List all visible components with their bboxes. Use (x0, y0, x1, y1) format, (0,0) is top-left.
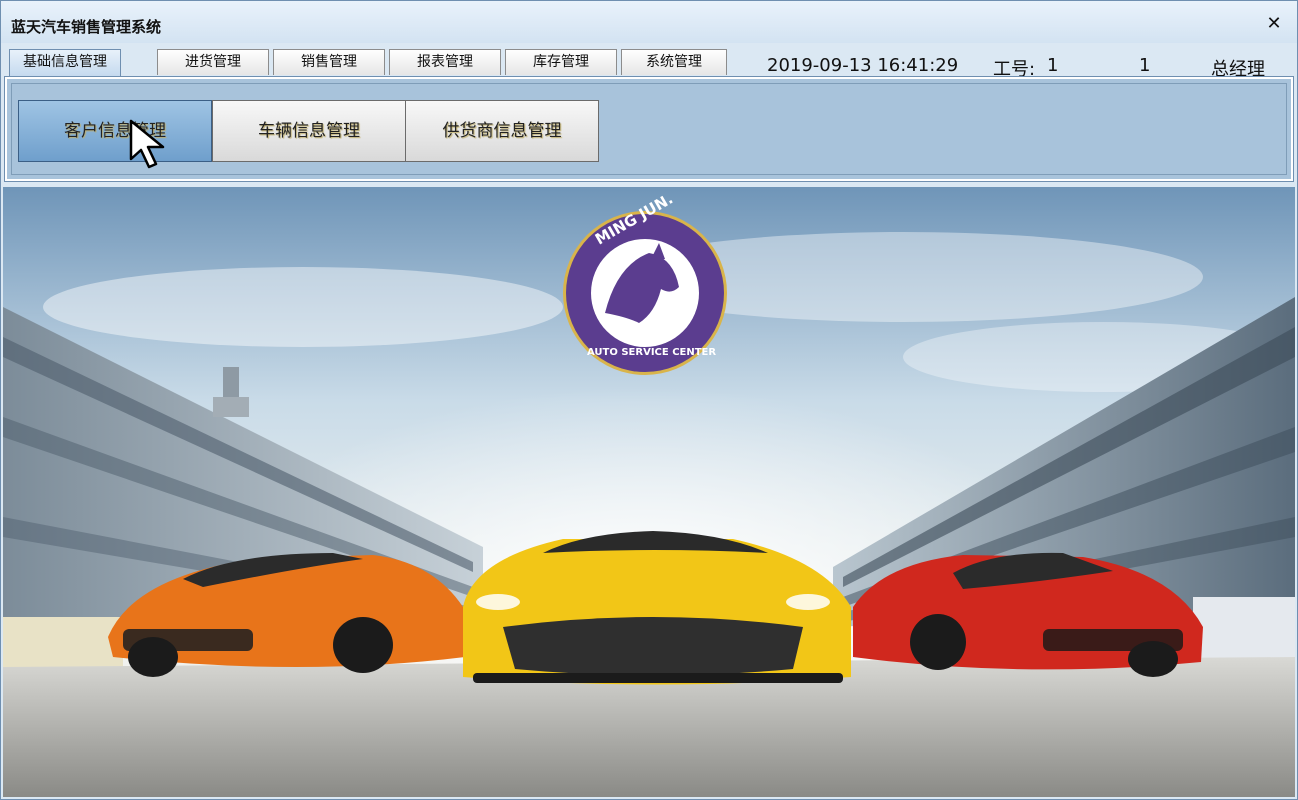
tab-sales[interactable]: 销售管理 (273, 49, 385, 75)
tab-panel-basic-info: 客户信息管理 车辆信息管理 供货商信息管理 (4, 76, 1294, 182)
tab-inventory[interactable]: 库存管理 (505, 49, 617, 75)
mouse-cursor-icon (129, 119, 165, 169)
tab-reports[interactable]: 报表管理 (389, 49, 501, 75)
employee-no-value: 1 (1047, 55, 1059, 76)
race-track-illustration: MING JUN. AUTO SERVICE CENTER (3, 187, 1295, 797)
main-tab-strip: 基础信息管理 进货管理 销售管理 报表管理 库存管理 系统管理 (9, 49, 1291, 77)
hero-banner: MING JUN. AUTO SERVICE CENTER (3, 187, 1295, 797)
status-count: 1 (1139, 55, 1151, 76)
vehicle-info-button[interactable]: 车辆信息管理 (212, 100, 406, 162)
window-title: 蓝天汽车销售管理系统 (11, 18, 162, 36)
customer-info-button[interactable]: 客户信息管理 (18, 100, 212, 162)
supplier-info-button[interactable]: 供货商信息管理 (405, 100, 599, 162)
current-datetime: 2019-09-13 16:41:29 (767, 55, 959, 76)
sub-button-panel: 客户信息管理 车辆信息管理 供货商信息管理 (11, 83, 1287, 175)
title-bar[interactable]: 蓝天汽车销售管理系统 ✕ (1, 1, 1297, 43)
tab-system[interactable]: 系统管理 (621, 49, 727, 75)
close-icon[interactable]: ✕ (1265, 15, 1283, 33)
logo-bottom-text: AUTO SERVICE CENTER (587, 347, 716, 358)
main-window: 蓝天汽车销售管理系统 ✕ 基础信息管理 进货管理 销售管理 报表管理 库存管理 … (0, 0, 1298, 800)
tab-basic-info[interactable]: 基础信息管理 (9, 49, 121, 77)
tab-purchase[interactable]: 进货管理 (157, 49, 269, 75)
